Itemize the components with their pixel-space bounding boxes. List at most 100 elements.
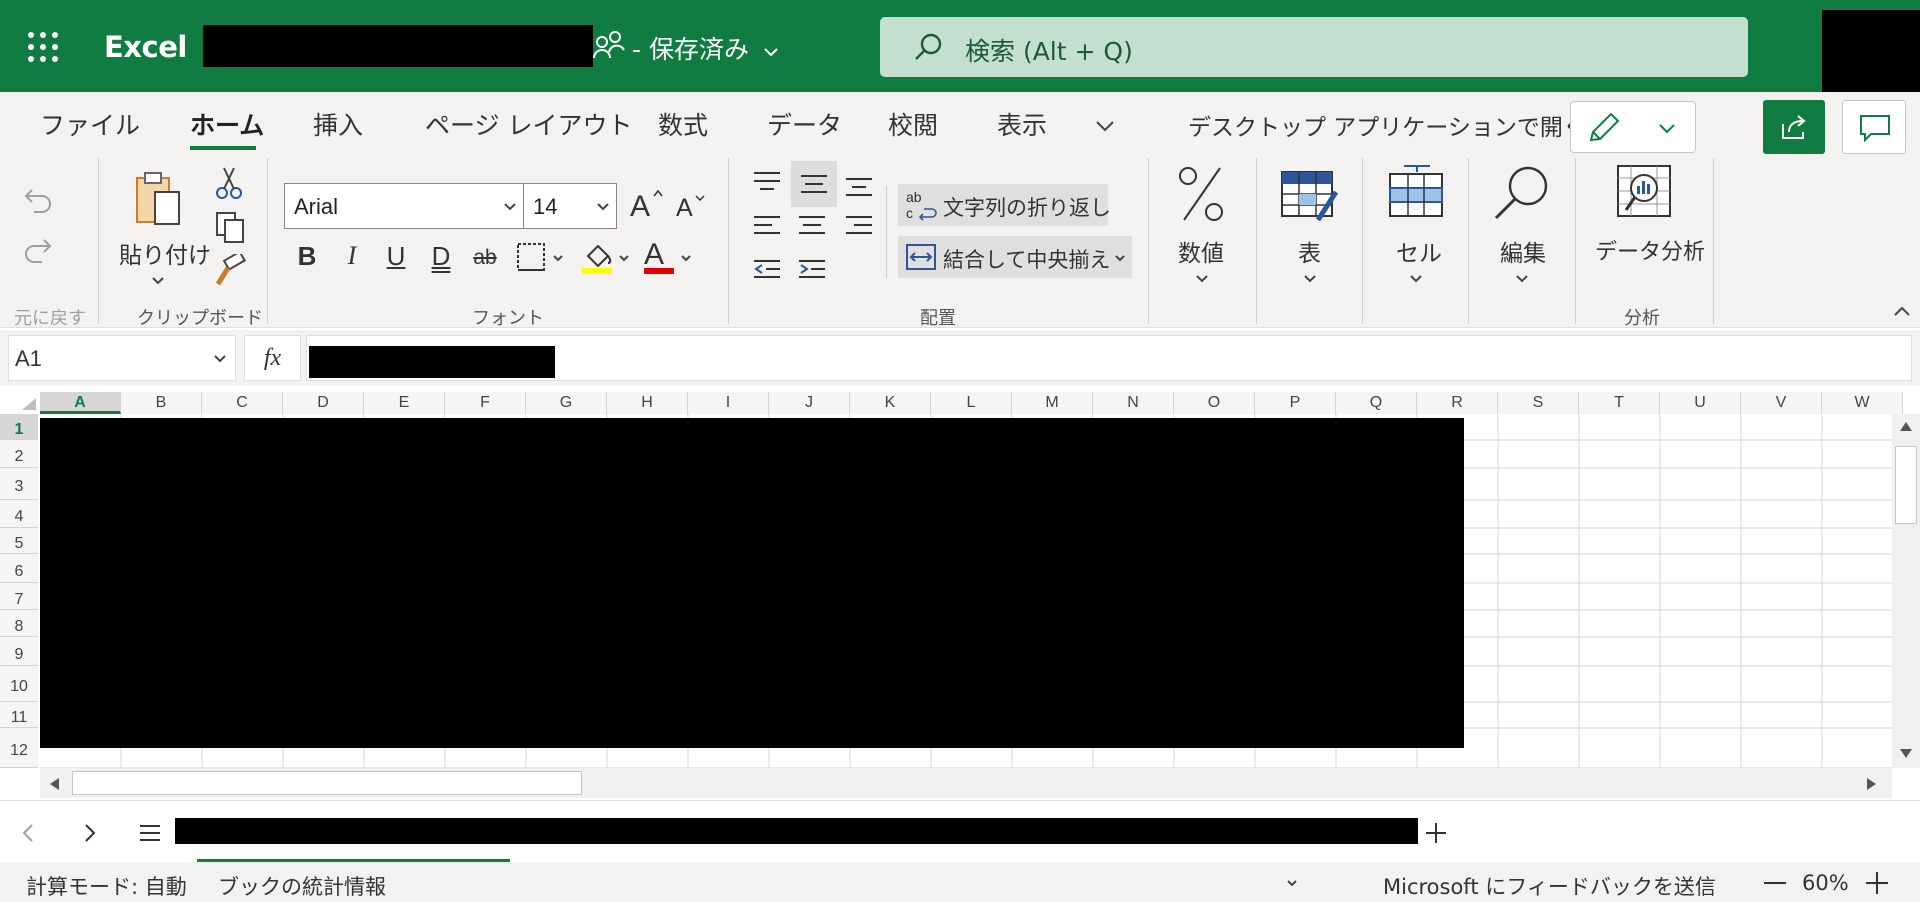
column-header-I[interactable]: I — [688, 392, 769, 414]
scroll-right-arrow-icon[interactable] — [1866, 777, 1878, 791]
copy-icon[interactable] — [214, 210, 246, 244]
column-header-K[interactable]: K — [850, 392, 931, 414]
horizontal-scrollbar[interactable] — [40, 768, 1892, 798]
vertical-scrollbar[interactable] — [1892, 414, 1920, 768]
row-header-1[interactable]: 1 — [0, 414, 38, 440]
column-header-A[interactable]: A — [40, 392, 121, 414]
cut-icon[interactable] — [214, 166, 244, 200]
wrap-text-button[interactable]: ab c 文字列の折り返し — [898, 184, 1111, 226]
font-color-button[interactable]: A — [642, 238, 696, 278]
row-header-7[interactable]: 7 — [0, 583, 38, 610]
redo-icon[interactable] — [22, 236, 54, 266]
column-header-D[interactable]: D — [283, 392, 364, 414]
tab-home[interactable]: ホーム — [190, 106, 264, 142]
increase-indent-icon[interactable] — [797, 258, 827, 284]
merge-center-button[interactable]: 結合して中央揃え — [898, 236, 1132, 278]
font-size-select[interactable]: 14 — [523, 183, 617, 229]
worksheet-grid[interactable]: ABCDEFGHIJKLMNOPQRSTUVW 1 2 3 4 5 6 7 8 9 10 11 12 — [0, 392, 1920, 800]
collapse-ribbon-chevron-icon[interactable] — [1892, 304, 1912, 318]
column-header-P[interactable]: P — [1255, 392, 1336, 414]
zoom-in-plus-icon[interactable] — [1866, 872, 1888, 894]
save-status[interactable]: - 保存済み — [632, 30, 779, 66]
cell-content-redacted[interactable] — [40, 418, 1464, 748]
row-header-5[interactable]: 5 — [0, 528, 38, 554]
sheet-tabs-redacted[interactable] — [175, 818, 1418, 844]
people-icon[interactable] — [593, 30, 627, 62]
column-header-U[interactable]: U — [1660, 392, 1741, 414]
scroll-left-arrow-icon[interactable] — [48, 777, 60, 791]
row-header-9[interactable]: 9 — [0, 637, 38, 666]
column-header-L[interactable]: L — [931, 392, 1012, 414]
more-tabs-chevron-icon[interactable] — [1094, 118, 1116, 134]
italic-button[interactable]: I — [337, 241, 367, 277]
format-painter-icon[interactable] — [214, 254, 246, 288]
previous-sheet-chevron-icon[interactable] — [22, 823, 34, 843]
tab-file[interactable]: ファイル — [40, 106, 140, 142]
tab-view[interactable]: 表示 — [997, 106, 1047, 142]
column-header-F[interactable]: F — [445, 392, 526, 414]
vertical-scroll-thumb[interactable] — [1895, 446, 1917, 524]
insert-function-button[interactable]: fx — [244, 335, 301, 381]
column-header-Q[interactable]: Q — [1336, 392, 1417, 414]
tab-review[interactable]: 校閲 — [888, 106, 938, 142]
double-underline-button[interactable]: D — [426, 241, 456, 277]
align-top-icon[interactable] — [752, 170, 782, 196]
cells-button[interactable]: セル — [1374, 164, 1456, 296]
column-header-J[interactable]: J — [769, 392, 850, 414]
app-launcher-icon[interactable] — [28, 32, 58, 62]
paste-button[interactable]: 貼り付け — [116, 166, 211, 296]
send-feedback-link[interactable]: Microsoft にフィードバックを送信 — [1383, 871, 1716, 901]
undo-icon[interactable] — [22, 186, 54, 216]
formula-input[interactable] — [306, 335, 1912, 381]
horizontal-scroll-thumb[interactable] — [72, 771, 582, 795]
row-header-6[interactable]: 6 — [0, 554, 38, 583]
column-header-T[interactable]: T — [1579, 392, 1660, 414]
row-header-11[interactable]: 11 — [0, 702, 38, 728]
borders-button[interactable] — [516, 242, 568, 276]
align-bottom-icon[interactable] — [844, 176, 874, 200]
search-input[interactable]: 検索 (Alt + Q) — [880, 17, 1748, 77]
column-header-O[interactable]: O — [1174, 392, 1255, 414]
column-header-H[interactable]: H — [607, 392, 688, 414]
open-desktop-app-button[interactable]: デスクトップ アプリケーションで開く — [1188, 108, 1586, 142]
align-center-icon[interactable] — [797, 214, 827, 240]
row-header-10[interactable]: 10 — [0, 666, 38, 702]
column-header-R[interactable]: R — [1417, 392, 1498, 414]
align-middle-button[interactable] — [791, 161, 837, 207]
file-name-redacted[interactable] — [203, 25, 593, 67]
scroll-down-arrow-icon[interactable] — [1899, 748, 1913, 760]
column-header-G[interactable]: G — [526, 392, 607, 414]
strikethrough-button[interactable]: ab — [470, 246, 500, 282]
grow-font-icon[interactable]: A — [630, 186, 666, 222]
bold-button[interactable]: B — [292, 241, 322, 277]
row-header-2[interactable]: 2 — [0, 440, 38, 468]
row-header-8[interactable]: 8 — [0, 610, 38, 637]
shrink-font-icon[interactable]: A — [676, 190, 710, 222]
tab-page-layout[interactable]: ページ レイアウト — [425, 106, 632, 142]
all-sheets-menu-icon[interactable] — [138, 823, 162, 843]
align-left-icon[interactable] — [752, 214, 782, 240]
row-header-4[interactable]: 4 — [0, 500, 38, 528]
row-header-12[interactable]: 12 — [0, 728, 38, 768]
row-header-3[interactable]: 3 — [0, 468, 38, 500]
app-name[interactable]: Excel — [104, 30, 187, 64]
number-format-button[interactable]: 数値 — [1160, 164, 1242, 296]
column-header-N[interactable]: N — [1093, 392, 1174, 414]
scroll-up-arrow-icon[interactable] — [1899, 420, 1913, 432]
decrease-indent-icon[interactable] — [752, 258, 782, 284]
comments-button[interactable] — [1842, 100, 1906, 154]
account-avatar-redacted[interactable] — [1822, 10, 1920, 98]
column-header-W[interactable]: W — [1822, 392, 1903, 414]
column-header-C[interactable]: C — [202, 392, 283, 414]
column-header-E[interactable]: E — [364, 392, 445, 414]
zoom-level[interactable]: 60% — [1802, 871, 1849, 895]
add-sheet-plus-icon[interactable] — [1424, 821, 1448, 845]
format-as-table-button[interactable]: 表 — [1268, 164, 1350, 296]
tab-formulas[interactable]: 数式 — [658, 106, 708, 142]
zoom-out-minus-icon[interactable] — [1764, 881, 1786, 885]
workbook-statistics[interactable]: ブックの統計情報 — [218, 871, 386, 901]
font-name-select[interactable]: Arial — [284, 183, 524, 229]
next-sheet-chevron-icon[interactable] — [84, 823, 96, 843]
tab-data[interactable]: データ — [767, 106, 842, 142]
editing-mode-button[interactable] — [1570, 101, 1696, 153]
